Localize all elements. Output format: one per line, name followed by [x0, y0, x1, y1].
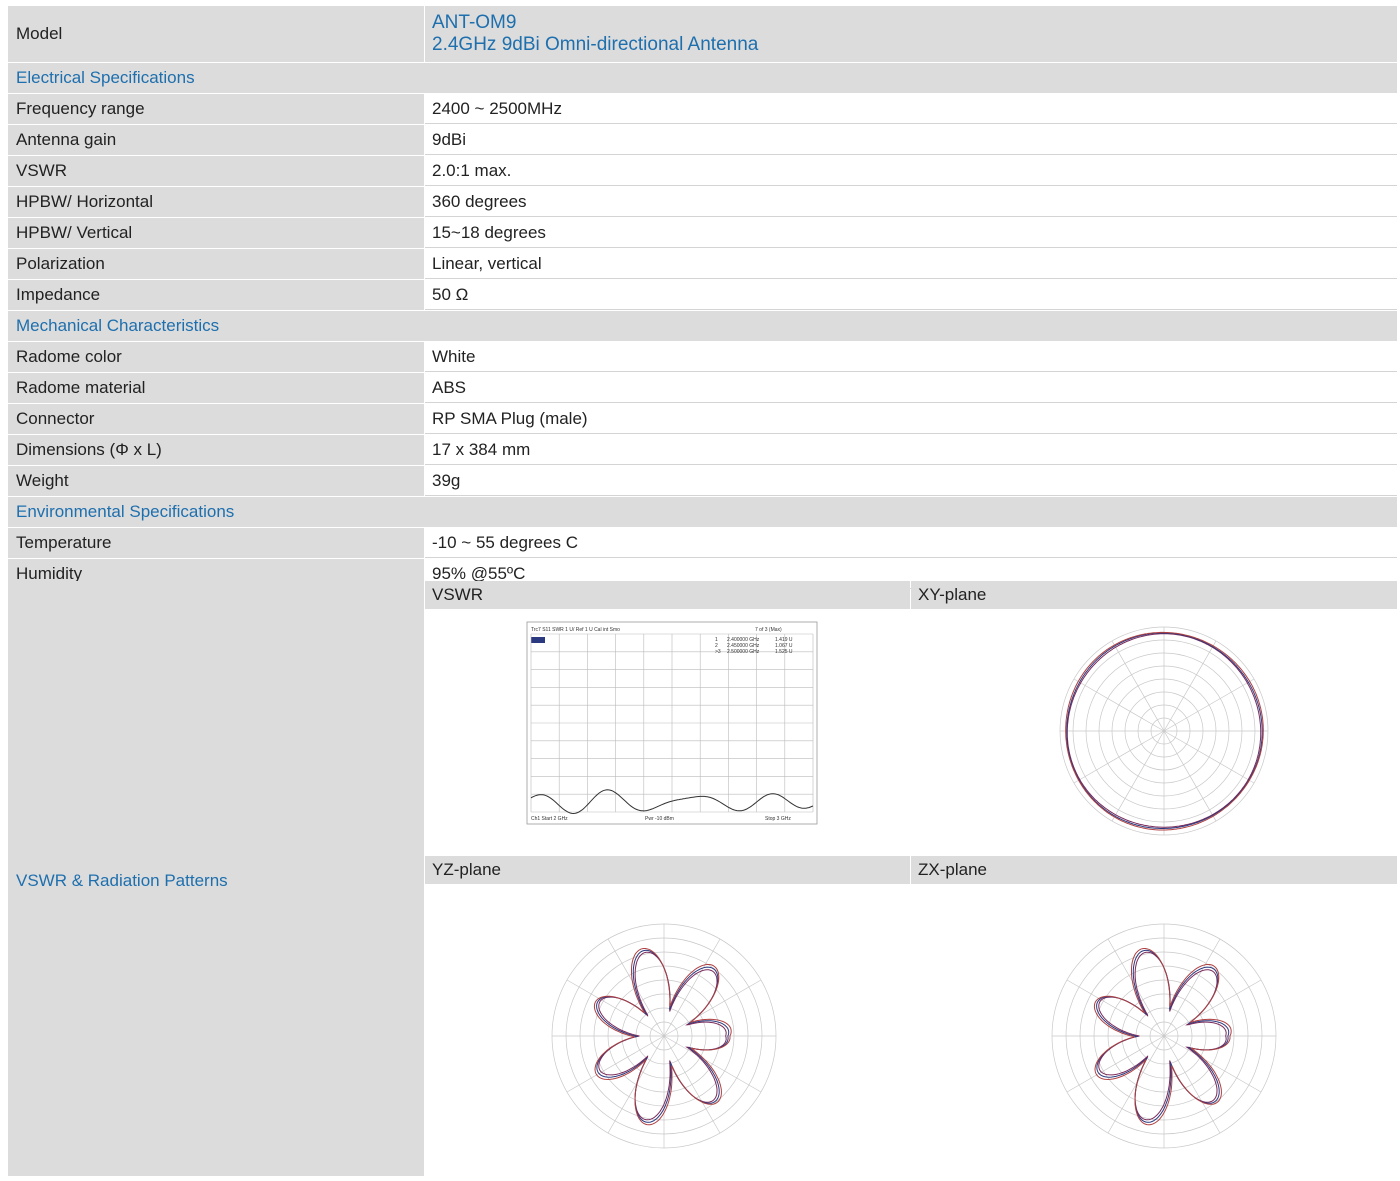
polar-grid [1059, 626, 1269, 836]
polar-grid-spoke [607, 1035, 665, 1134]
xy-plane-plot [1059, 626, 1269, 836]
vswr-marker-value: 1.525 U [775, 649, 793, 655]
polar-grid-spoke [1073, 678, 1165, 732]
spec-value: Linear, vertical [425, 249, 1397, 279]
vswr-plot-footer-mid: Pwr -10 dBm [645, 816, 674, 822]
spec-table: Model ANT-OM9 2.4GHz 9dBi Omni-direction… [8, 6, 1397, 590]
polar-grid-spoke [663, 1035, 762, 1093]
spec-value: 15~18 degrees [425, 218, 1397, 248]
spec-row: Radome color White [8, 342, 1397, 373]
spec-label: Temperature [8, 528, 424, 558]
spec-label: HPBW/ Horizontal [8, 187, 424, 217]
electrical-rows: Frequency range 2400 ~ 2500MHz Antenna gai… [8, 94, 1397, 311]
spec-value: 50 Ω [425, 280, 1397, 310]
model-value: ANT-OM9 2.4GHz 9dBi Omni-directional Ant… [425, 6, 1397, 62]
spec-value: 2400 ~ 2500MHz [425, 94, 1397, 124]
spec-row: Antenna gain 9dBi [8, 125, 1397, 156]
vswr-marker-id: >3 [715, 649, 721, 655]
section-title: Electrical Specifications [8, 63, 424, 93]
spec-row: HPBW/ Vertical 15~18 degrees [8, 218, 1397, 249]
spec-value: 2.0:1 max. [425, 156, 1397, 186]
section-mechanical: Mechanical Characteristics [8, 311, 1397, 342]
polar-grid-spoke [1111, 640, 1165, 732]
spec-label: Polarization [8, 249, 424, 279]
yz-plane-header: YZ-plane [425, 856, 910, 884]
patterns-label-cell: VSWR & Radiation Patterns [8, 581, 424, 1176]
patterns-label: VSWR & Radiation Patterns [16, 871, 228, 890]
spec-label: HPBW/ Vertical [8, 218, 424, 248]
section-environmental: Environmental Specifications [8, 497, 1397, 528]
polar-grid-spoke [1163, 730, 1255, 784]
polar-grid-spoke [1163, 730, 1217, 822]
spec-label: Impedance [8, 280, 424, 310]
spec-value: 9dBi [425, 125, 1397, 155]
spec-row: Radome material ABS [8, 373, 1397, 404]
vswr-plot: Trc7 S11 SWR 1 U/ Ref 1 U Cal int Smo 7 … [526, 621, 818, 825]
section-electrical: Electrical Specifications [8, 63, 1397, 94]
polar-grid-spoke [1073, 730, 1165, 784]
patterns-block: VSWR & Radiation Patterns VSWR XY-plane … [8, 581, 1397, 1176]
spec-value: 360 degrees [425, 187, 1397, 217]
polar-grid-spoke [1111, 730, 1165, 822]
spec-value: -10 ~ 55 degrees C [425, 528, 1397, 558]
spec-row: Connector RP SMA Plug (male) [8, 404, 1397, 435]
vswr-header: VSWR [425, 581, 910, 609]
vswr-marker-flag [531, 637, 545, 643]
spec-label: Radome color [8, 342, 424, 372]
spec-label: Frequency range [8, 94, 424, 124]
vswr-plot-header: Trc7 S11 SWR 1 U/ Ref 1 U Cal int Smo [531, 627, 620, 633]
model-description: 2.4GHz 9dBi Omni-directional Antenna [432, 34, 759, 55]
yz-plane-plot [551, 923, 777, 1149]
vswr-plot-cell: Trc7 S11 SWR 1 U/ Ref 1 U Cal int Smo 7 … [425, 610, 910, 854]
polar-grid-spoke [1163, 678, 1255, 732]
spec-row: Temperature -10 ~ 55 degrees C [8, 528, 1397, 559]
spec-row: Dimensions (Φ x L) 17 x 384 mm [8, 435, 1397, 466]
model-label: Model [8, 6, 424, 62]
polar-grid-spoke [1107, 1035, 1165, 1134]
yz-plane-cell [425, 886, 910, 1176]
spec-row: Impedance 50 Ω [8, 280, 1397, 311]
vswr-plot-footer-right: Stop 3 GHz [765, 816, 791, 822]
spec-label: Antenna gain [8, 125, 424, 155]
spec-label: Connector [8, 404, 424, 434]
zx-plane-cell [911, 886, 1397, 1176]
spec-label: Radome material [8, 373, 424, 403]
mechanical-rows: Radome color White Radome material ABS Conne… [8, 342, 1397, 497]
spec-value: RP SMA Plug (male) [425, 404, 1397, 434]
spec-label: VSWR [8, 156, 424, 186]
spec-label: Dimensions (Φ x L) [8, 435, 424, 465]
spec-value: 39g [425, 466, 1397, 496]
zx-plane-header: ZX-plane [911, 856, 1397, 884]
xy-plane-cell [911, 610, 1397, 854]
spec-row: Polarization Linear, vertical [8, 249, 1397, 280]
vswr-plot-footer-left: Ch1 Start 2 GHz [531, 816, 568, 822]
vswr-marker-freq: 2.500000 GHz [727, 649, 760, 655]
polar-grid-spoke [1163, 1035, 1262, 1093]
spec-value: 17 x 384 mm [425, 435, 1397, 465]
polar-grid [1051, 923, 1277, 1149]
spec-row: VSWR 2.0:1 max. [8, 156, 1397, 187]
polar-grid [551, 923, 777, 1149]
spec-value: White [425, 342, 1397, 372]
zx-plane-plot [1051, 923, 1277, 1149]
section-title: Environmental Specifications [8, 497, 424, 527]
model-row: Model ANT-OM9 2.4GHz 9dBi Omni-direction… [8, 6, 1397, 63]
spec-row: Frequency range 2400 ~ 2500MHz [8, 94, 1397, 125]
spec-row: HPBW/ Horizontal 360 degrees [8, 187, 1397, 218]
spec-row: Weight 39g [8, 466, 1397, 497]
spec-label: Weight [8, 466, 424, 496]
vswr-marker-table: 1 2.400000 GHz 1.419 U2 2.450000 GHz 1.067 U… [715, 637, 793, 655]
xy-plane-header: XY-plane [911, 581, 1397, 609]
model-name: ANT-OM9 [432, 12, 517, 33]
polar-grid-spoke [1163, 640, 1217, 732]
vswr-plot-trace-count: 7 of 3 (Max) [755, 627, 782, 633]
spec-value: ABS [425, 373, 1397, 403]
section-title: Mechanical Characteristics [8, 311, 424, 341]
